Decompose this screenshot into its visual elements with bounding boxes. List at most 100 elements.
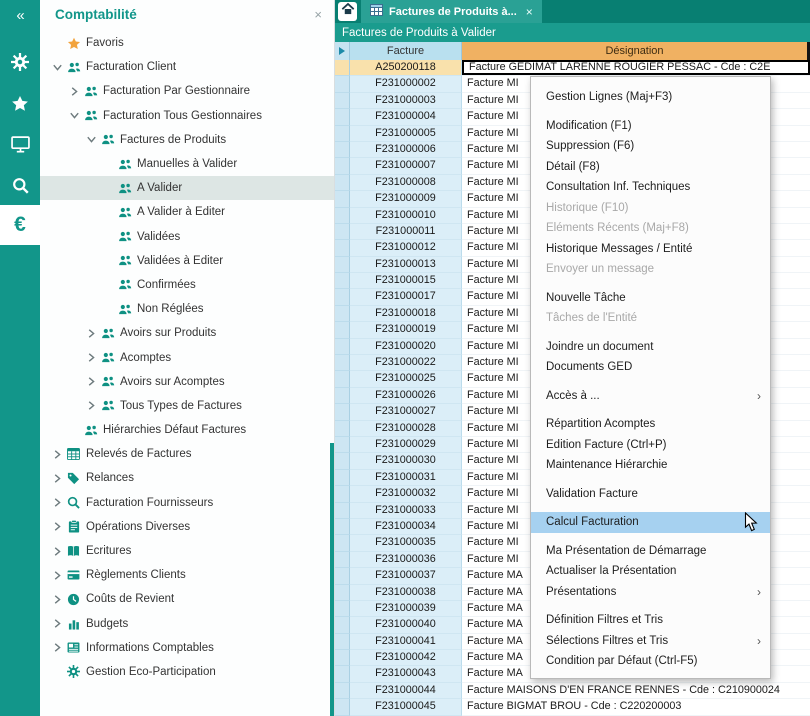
menu-item-modification-f1[interactable]: Modification (F1) (531, 116, 770, 137)
row-selector-cell[interactable] (335, 158, 350, 174)
chevron-right-icon[interactable] (50, 547, 65, 556)
row-selector-cell[interactable] (335, 142, 350, 158)
tab-close-icon[interactable]: × (526, 5, 533, 19)
row-selector-cell[interactable] (335, 470, 350, 486)
menu-item-detail-f8[interactable]: Détail (F8) (531, 157, 770, 178)
row-selector-cell[interactable] (335, 388, 350, 404)
sidebar-item-facturation-par-gestionnaire[interactable]: Facturation Par Gestionnaire (40, 79, 334, 103)
menu-item-validation-facture[interactable]: Validation Facture (531, 484, 770, 505)
facture-cell[interactable]: F231000003 (350, 93, 462, 109)
sidebar-item-relances[interactable]: Relances (40, 466, 334, 490)
facture-cell[interactable]: A250200118 (350, 60, 462, 76)
row-selector-cell[interactable] (335, 503, 350, 519)
column-header-facture[interactable]: Facture (350, 42, 462, 60)
designation-cell[interactable]: Facture GEDIMAT LARENNE ROUGIER PESSAC -… (462, 60, 810, 76)
chevron-right-icon[interactable] (50, 450, 65, 459)
sidebar-item-validees[interactable]: Validées (40, 225, 334, 249)
menu-item-joindre-un-document[interactable]: Joindre un document (531, 337, 770, 358)
facture-cell[interactable]: F231000034 (350, 519, 462, 535)
menu-item-nouvelle-tache[interactable]: Nouvelle Tâche (531, 288, 770, 309)
sidebar-item-ecritures[interactable]: Ecritures (40, 539, 334, 563)
sidebar-item-a-valider[interactable]: A Valider (40, 176, 334, 200)
settings-nav-button[interactable] (0, 46, 40, 82)
facture-cell[interactable]: F231000029 (350, 437, 462, 453)
menu-item-calcul-facturation[interactable]: Calcul Facturation (531, 512, 770, 533)
facture-cell[interactable]: F231000038 (350, 585, 462, 601)
sidebar-item-avoirs-sur-acomptes[interactable]: Avoirs sur Acomptes (40, 370, 334, 394)
chevron-down-icon[interactable] (50, 64, 65, 71)
row-selector-cell[interactable] (335, 273, 350, 289)
chevron-right-icon[interactable] (84, 353, 99, 362)
menu-item-acces-a[interactable]: Accès à ...› (531, 386, 770, 407)
facture-cell[interactable]: F231000005 (350, 126, 462, 142)
sidebar-item-acomptes[interactable]: Acomptes (40, 345, 334, 369)
row-selector-cell[interactable] (335, 191, 350, 207)
row-selector-cell[interactable] (335, 535, 350, 551)
sidebar-item-confirmees[interactable]: Confirmées (40, 273, 334, 297)
sidebar-item-favoris[interactable]: Favoris (40, 31, 334, 55)
menu-item-condition-par-defaut-ctrl-f5[interactable]: Condition par Défaut (Ctrl-F5) (531, 651, 770, 672)
facture-cell[interactable]: F231000030 (350, 453, 462, 469)
sidebar-item-tous-types-de-factures[interactable]: Tous Types de Factures (40, 394, 334, 418)
facture-cell[interactable]: F231000033 (350, 503, 462, 519)
facture-cell[interactable]: F231000036 (350, 552, 462, 568)
sidebar-item-factures-de-produits[interactable]: Factures de Produits (40, 128, 334, 152)
menu-item-actualiser-la-presentation[interactable]: Actualiser la Présentation (531, 561, 770, 582)
facture-cell[interactable]: F231000044 (350, 683, 462, 699)
row-selector-cell[interactable] (335, 437, 350, 453)
facture-cell[interactable]: F231000018 (350, 306, 462, 322)
facture-cell[interactable]: F231000012 (350, 240, 462, 256)
facture-cell[interactable]: F231000028 (350, 421, 462, 437)
menu-item-definition-filtres-et-tris[interactable]: Définition Filtres et Tris (531, 610, 770, 631)
row-selector-cell[interactable] (335, 322, 350, 338)
row-selector-cell[interactable] (335, 355, 350, 371)
menu-item-gestion-lignes-maj-f3[interactable]: Gestion Lignes (Maj+F3) (531, 87, 770, 108)
sidebar-item-avoirs-sur-produits[interactable]: Avoirs sur Produits (40, 321, 334, 345)
designation-cell[interactable]: Facture BIGMAT BROU - Cde : C220200003 (462, 699, 810, 715)
menu-item-suppression-f6[interactable]: Suppression (F6) (531, 136, 770, 157)
sidebar-scrollbar-thumb[interactable] (330, 443, 334, 716)
facture-cell[interactable]: F231000010 (350, 208, 462, 224)
close-panel-button[interactable]: × (314, 7, 322, 22)
row-selector-cell[interactable] (335, 404, 350, 420)
row-selector-cell[interactable] (335, 453, 350, 469)
facture-cell[interactable]: F231000025 (350, 371, 462, 387)
sidebar-item-hierarchies-defaut-factures[interactable]: Hiérarchies Défaut Factures (40, 418, 334, 442)
menu-item-selections-filtres-et-tris[interactable]: Sélections Filtres et Tris› (531, 631, 770, 652)
sidebar-item-budgets[interactable]: Budgets (40, 612, 334, 636)
facture-cell[interactable]: F231000042 (350, 650, 462, 666)
row-selector-cell[interactable] (335, 699, 350, 715)
chevron-right-icon[interactable] (67, 87, 82, 96)
row-selector-cell[interactable] (335, 289, 350, 305)
row-selector-cell[interactable] (335, 240, 350, 256)
facture-cell[interactable]: F231000041 (350, 634, 462, 650)
row-selector-cell[interactable] (335, 650, 350, 666)
facture-cell[interactable]: F231000008 (350, 175, 462, 191)
facture-cell[interactable]: F231000045 (350, 699, 462, 715)
sidebar-item-a-valider-a-editer[interactable]: A Valider à Editer (40, 200, 334, 224)
search-nav-button[interactable] (0, 170, 40, 206)
sidebar-item-non-reglees[interactable]: Non Réglées (40, 297, 334, 321)
row-selector-cell[interactable] (335, 634, 350, 650)
row-selector-cell[interactable] (335, 601, 350, 617)
sidebar-item-facturation-fournisseurs[interactable]: Facturation Fournisseurs (40, 491, 334, 515)
facture-cell[interactable]: F231000009 (350, 191, 462, 207)
chevron-right-icon[interactable] (50, 522, 65, 531)
facture-cell[interactable]: F231000040 (350, 617, 462, 633)
sidebar-item-reglements-clients[interactable]: Règlements Clients (40, 563, 334, 587)
facture-cell[interactable]: F231000007 (350, 158, 462, 174)
accounting-nav-button[interactable]: € (0, 205, 40, 245)
facture-cell[interactable]: F231000019 (350, 322, 462, 338)
home-button[interactable] (338, 2, 357, 21)
chevron-right-icon[interactable] (50, 619, 65, 628)
table-row[interactable]: F231000044Facture MAISONS D'EN FRANCE RE… (335, 683, 810, 699)
chevron-down-icon[interactable] (84, 136, 99, 143)
facture-cell[interactable]: F231000011 (350, 224, 462, 240)
sidebar-item-facturation-tous-gestionnaires[interactable]: Facturation Tous Gestionnaires (40, 104, 334, 128)
chevron-down-icon[interactable] (67, 112, 82, 119)
facture-cell[interactable]: F231000027 (350, 404, 462, 420)
facture-cell[interactable]: F231000031 (350, 470, 462, 486)
chevron-right-icon[interactable] (50, 474, 65, 483)
tab-factures-de-produits[interactable]: Factures de Produits à... × (361, 0, 542, 23)
facture-cell[interactable]: F231000004 (350, 109, 462, 125)
